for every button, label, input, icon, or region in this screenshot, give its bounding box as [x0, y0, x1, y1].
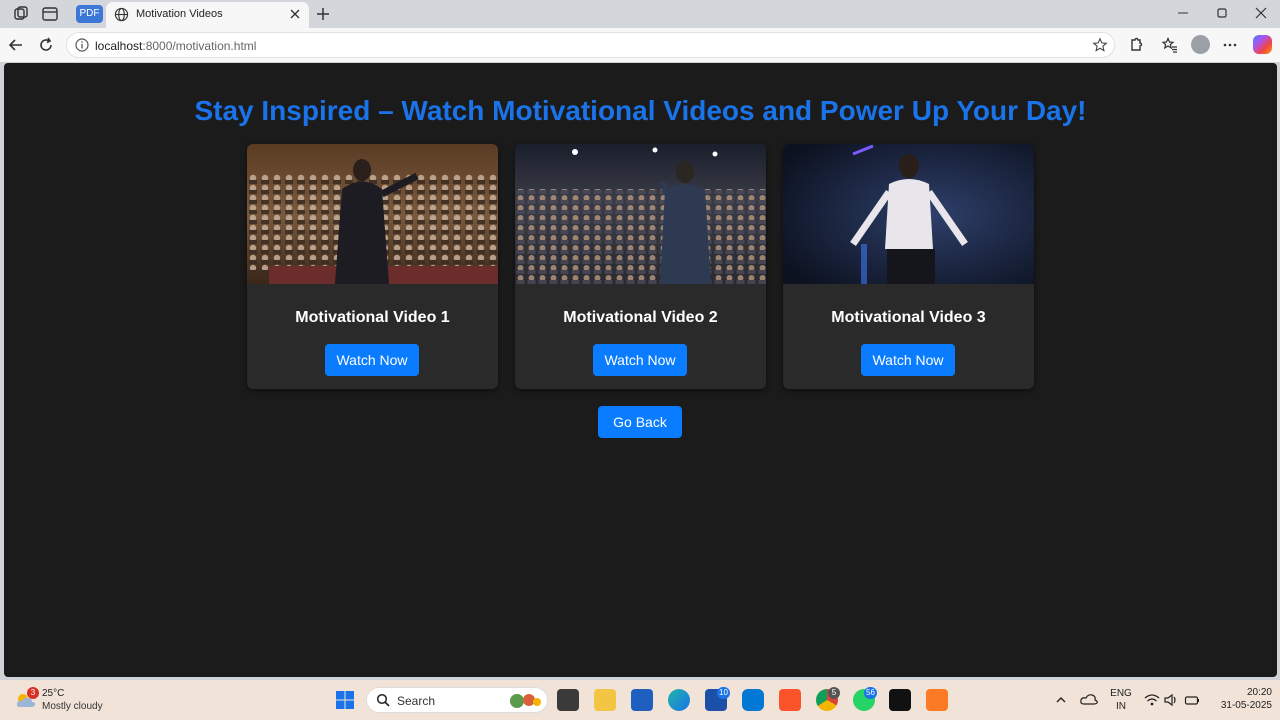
microsoft-store-icon[interactable]: [631, 689, 653, 711]
back-icon[interactable]: [7, 36, 25, 54]
search-label: Search: [397, 694, 436, 708]
url-host: localhost: [95, 39, 143, 53]
windows-taskbar: 3 25°C Mostly cloudy Search 10 5 56 ENG …: [0, 680, 1280, 720]
pdf-tab-chip[interactable]: PDF: [76, 5, 103, 23]
page-viewport: Stay Inspired – Watch Motivational Video…: [4, 63, 1277, 677]
favorites-icon[interactable]: [1161, 36, 1179, 54]
task-view-icon[interactable]: [557, 689, 579, 711]
xampp-app-icon[interactable]: [926, 689, 948, 711]
video-card: Motivational Video 2 Watch Now: [515, 144, 766, 389]
chrome-notification-badge: 5: [828, 687, 840, 699]
new-tab-icon[interactable]: [314, 5, 332, 23]
windows-start-icon[interactable]: [335, 690, 355, 710]
go-back-button[interactable]: Go Back: [598, 406, 682, 438]
video-thumbnail-image[interactable]: [515, 144, 766, 284]
search-highlight-art-icon: [510, 694, 541, 708]
page-title: Stay Inspired – Watch Motivational Video…: [194, 95, 1087, 126]
video-thumbnail-image[interactable]: [783, 144, 1034, 284]
extensions-icon[interactable]: [1127, 36, 1145, 54]
taskbar-search-box[interactable]: Search: [366, 687, 548, 713]
refresh-icon[interactable]: [37, 36, 55, 54]
close-tab-icon[interactable]: [287, 6, 303, 22]
watch-now-button-3[interactable]: Watch Now: [861, 344, 955, 376]
battery-icon[interactable]: [1184, 693, 1200, 707]
video-card: Motivational Video 3 Watch Now: [783, 144, 1034, 389]
show-hidden-icons-chevron-icon[interactable]: [1055, 694, 1067, 706]
site-info-icon[interactable]: [75, 38, 89, 52]
tab-actions-icon[interactable]: [41, 5, 59, 23]
video-title: Motivational Video 1: [295, 309, 450, 326]
search-icon: [376, 693, 390, 707]
outlook-app-icon[interactable]: [742, 689, 764, 711]
weather-condition: Mostly cloudy: [42, 701, 103, 712]
browser-tab-bar: PDF Motivation Videos: [0, 0, 1280, 28]
lens-notification-badge: 10: [717, 687, 730, 699]
tab-motivation-videos[interactable]: Motivation Videos: [106, 2, 309, 28]
video-title: Motivational Video 2: [563, 309, 718, 326]
weather-temperature: 25°C: [42, 688, 65, 699]
whatsapp-notification-badge: 56: [864, 687, 877, 699]
weather-widget[interactable]: 3 25°C Mostly cloudy: [15, 687, 115, 715]
video-thumbnail-image[interactable]: [247, 144, 498, 284]
capcut-app-icon[interactable]: [889, 689, 911, 711]
volume-icon[interactable]: [1163, 693, 1179, 707]
video-card-list: Motivational Video 1 Watch Now Motivatio…: [247, 144, 1034, 389]
watch-now-button-2[interactable]: Watch Now: [593, 344, 687, 376]
onedrive-cloud-icon[interactable]: [1080, 692, 1098, 706]
wifi-icon[interactable]: [1144, 693, 1160, 707]
workspaces-icon[interactable]: [12, 5, 30, 23]
url-path: :8000/motivation.html: [142, 39, 257, 53]
profile-avatar[interactable]: [1191, 35, 1210, 54]
clock-date: 31-05-2025: [1220, 700, 1272, 711]
globe-icon: [114, 7, 129, 22]
video-title: Motivational Video 3: [831, 309, 986, 326]
video-card: Motivational Video 1 Watch Now: [247, 144, 498, 389]
region-indicator: IN: [1116, 701, 1126, 712]
edge-browser-icon[interactable]: [668, 689, 690, 711]
address-bar[interactable]: localhost:8000/motivation.html: [66, 32, 1115, 58]
browser-toolbar: localhost:8000/motivation.html: [0, 28, 1280, 62]
weather-alert-badge: 3: [27, 687, 39, 699]
close-window-icon[interactable]: [1253, 5, 1269, 21]
minimize-icon[interactable]: [1175, 5, 1191, 21]
favorite-star-icon[interactable]: [1092, 37, 1108, 53]
url-text: localhost:8000/motivation.html: [95, 39, 256, 53]
language-indicator[interactable]: ENG: [1108, 688, 1134, 699]
watch-now-button-1[interactable]: Watch Now: [325, 344, 419, 376]
more-options-icon[interactable]: [1221, 36, 1239, 54]
tab-title: Motivation Videos: [136, 8, 223, 20]
maximize-icon[interactable]: [1214, 5, 1230, 21]
clock-time[interactable]: 20:20: [1208, 687, 1272, 698]
file-explorer-icon[interactable]: [594, 689, 616, 711]
brave-browser-icon[interactable]: [779, 689, 801, 711]
copilot-icon[interactable]: [1253, 35, 1272, 54]
